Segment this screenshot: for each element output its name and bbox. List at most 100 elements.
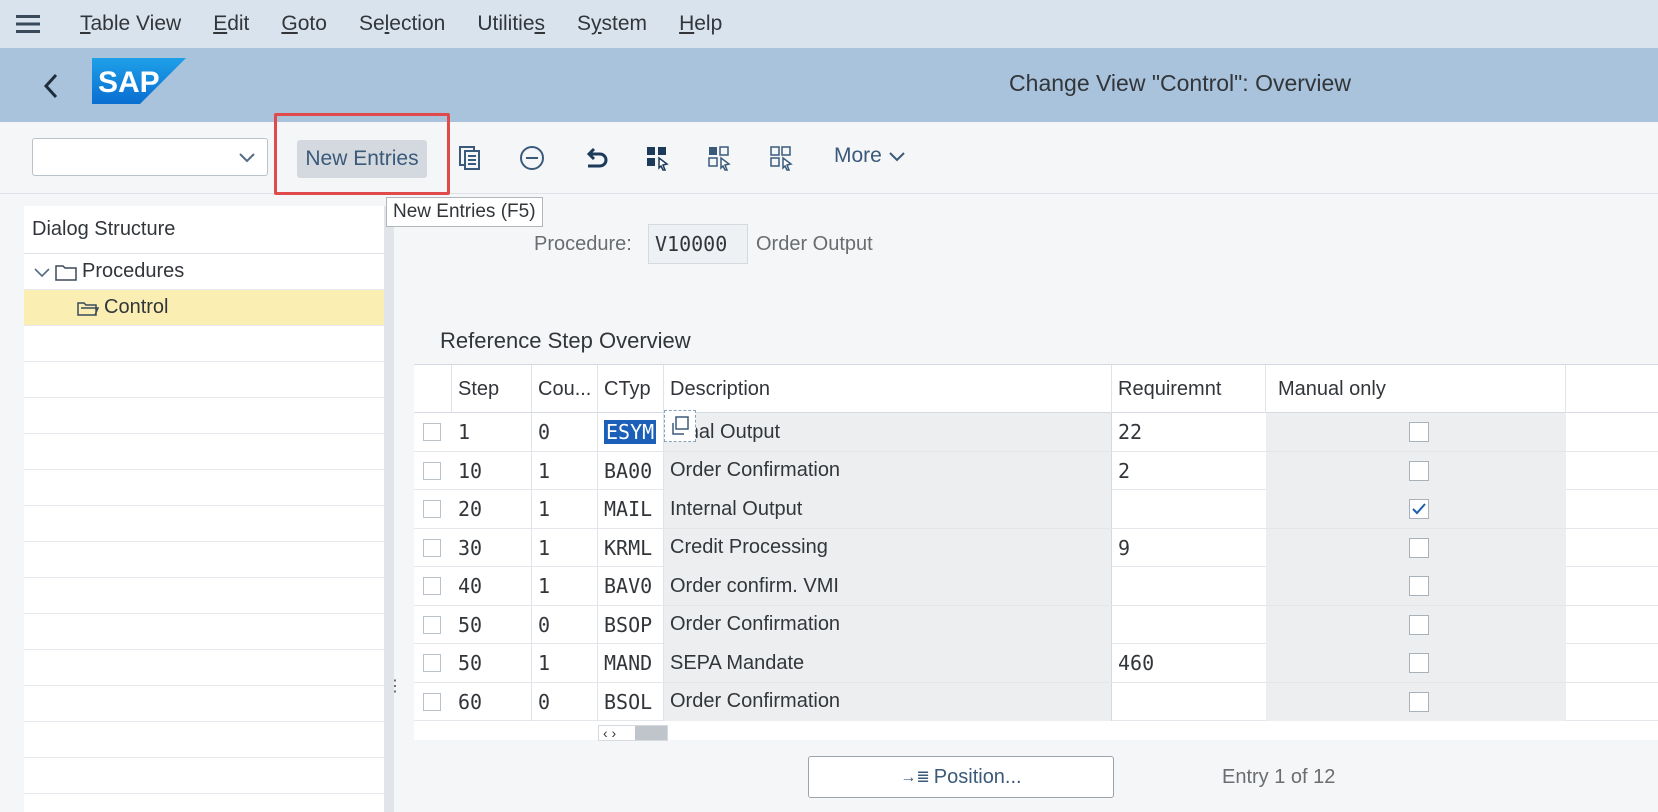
position-button[interactable]: →≣ Position... xyxy=(808,756,1114,798)
row-select-checkbox[interactable] xyxy=(423,500,441,518)
menu-item-edit[interactable]: Edit xyxy=(213,12,249,36)
cell-ctyp[interactable]: BSOL xyxy=(598,682,664,721)
cell-counter[interactable]: 0 xyxy=(532,413,598,451)
row-select-checkbox[interactable] xyxy=(423,461,441,480)
cell-counter[interactable]: 1 xyxy=(532,567,598,605)
cell-requirement[interactable]: 460 xyxy=(1112,644,1266,682)
table-row[interactable]: 60 0 BSOL Order Confirmation xyxy=(414,682,1658,721)
cell-step[interactable]: 50 xyxy=(452,644,532,682)
menu-item-selection[interactable]: Selection xyxy=(359,12,445,36)
cell-requirement[interactable] xyxy=(1112,567,1266,605)
cell-counter[interactable]: 0 xyxy=(532,682,598,721)
cell-requirement[interactable] xyxy=(1112,490,1266,528)
row-select-checkbox[interactable] xyxy=(423,538,441,557)
cell-step[interactable]: 50 xyxy=(452,605,532,644)
tree-item-procedures[interactable]: Procedures xyxy=(24,254,384,290)
cell-ctyp[interactable]: MAIL xyxy=(598,490,664,528)
manual-only-checkbox[interactable] xyxy=(1409,537,1429,558)
cell-step[interactable]: 10 xyxy=(452,451,532,490)
menu-item-help[interactable]: Help xyxy=(679,12,722,36)
select-all-column-header[interactable] xyxy=(414,365,452,413)
table-row[interactable]: 40 1 BAV0 Order confirm. VMI xyxy=(414,567,1658,606)
menu-item-table-view[interactable]: Table View xyxy=(80,12,181,36)
column-header-counter[interactable]: Cou... xyxy=(532,365,598,413)
select-block-icon[interactable] xyxy=(704,142,736,174)
tree-item-control[interactable]: Control xyxy=(24,290,384,326)
cell-step[interactable]: 20 xyxy=(452,490,532,528)
folder-icon xyxy=(55,264,77,281)
cell-counter[interactable]: 1 xyxy=(532,451,598,490)
manual-only-checkbox[interactable] xyxy=(1409,691,1429,712)
cell-ctyp[interactable]: ESYM xyxy=(598,413,664,451)
manual-only-checkbox[interactable] xyxy=(1409,460,1429,481)
row-select-checkbox[interactable] xyxy=(423,654,441,672)
table-row[interactable]: 30 1 KRML Credit Processing 9 xyxy=(414,528,1658,567)
cell-description[interactable]: Internal Output xyxy=(664,490,1112,528)
column-header-ctyp[interactable]: CTyp xyxy=(598,365,664,413)
cell-ctyp[interactable]: KRML xyxy=(598,528,664,567)
undo-icon[interactable] xyxy=(580,142,612,174)
row-select-checkbox[interactable] xyxy=(423,692,441,711)
cell-ctyp[interactable]: BSOP xyxy=(598,605,664,644)
copy-as-icon[interactable] xyxy=(454,142,486,174)
cell-description[interactable]: Order confirm. VMI xyxy=(664,567,1112,605)
column-header-description[interactable]: Description xyxy=(664,365,1112,413)
cell-description[interactable]: Credit Processing xyxy=(664,528,1112,567)
column-header-step[interactable]: Step xyxy=(452,365,532,413)
cell-ctyp[interactable]: BAV0 xyxy=(598,567,664,605)
cell-description[interactable]: SEPA Mandate xyxy=(664,644,1112,682)
manual-only-checkbox[interactable] xyxy=(1409,614,1429,635)
cell-requirement[interactable]: 22 xyxy=(1112,413,1266,451)
cell-ctyp[interactable]: MAND xyxy=(598,644,664,682)
cell-ctyp[interactable]: BA00 xyxy=(598,451,664,490)
more-menu-button[interactable]: More xyxy=(834,144,906,168)
table-row[interactable]: 50 1 MAND SEPA Mandate 460 xyxy=(414,644,1658,683)
table-row[interactable]: 20 1 MAIL Internal Output xyxy=(414,490,1658,529)
copy-value-icon[interactable] xyxy=(664,410,696,442)
delete-icon[interactable] xyxy=(516,142,548,174)
cell-counter[interactable]: 1 xyxy=(532,528,598,567)
chevron-down-icon[interactable] xyxy=(237,147,257,172)
table-row[interactable]: 50 0 BSOP Order Confirmation xyxy=(414,605,1658,644)
cell-counter[interactable]: 1 xyxy=(532,490,598,528)
row-select-checkbox[interactable] xyxy=(423,423,441,441)
row-select-checkbox[interactable] xyxy=(423,577,441,595)
cell-description[interactable]: ernal Output xyxy=(664,413,1112,451)
column-header-requirement[interactable]: Requiremnt xyxy=(1112,365,1266,413)
deselect-all-icon[interactable] xyxy=(766,142,798,174)
menu-item-goto[interactable]: Goto xyxy=(281,12,327,36)
menu-item-utilities[interactable]: Utilities xyxy=(477,12,545,36)
scroll-thumb[interactable] xyxy=(635,726,667,740)
scroll-arrows-icon[interactable]: ‹ › xyxy=(603,725,616,741)
cell-requirement[interactable] xyxy=(1112,683,1266,721)
cell-requirement[interactable] xyxy=(1112,606,1266,644)
table-row[interactable]: 1 0 ESYM ernal Output 22 xyxy=(414,413,1658,452)
command-combobox[interactable] xyxy=(32,138,268,176)
manual-only-checkbox[interactable] xyxy=(1409,576,1429,596)
cell-step[interactable]: 40 xyxy=(452,567,532,605)
manual-only-checkbox[interactable] xyxy=(1409,499,1429,519)
cell-step[interactable]: 30 xyxy=(452,528,532,567)
cell-description[interactable]: Order Confirmation xyxy=(664,605,1112,644)
cell-requirement[interactable]: 9 xyxy=(1112,529,1266,567)
cell-description[interactable]: Order Confirmation xyxy=(664,682,1112,721)
cell-counter[interactable]: 0 xyxy=(532,605,598,644)
cell-step[interactable]: 60 xyxy=(452,682,532,721)
horizontal-scrollbar[interactable]: ‹ › xyxy=(598,725,668,741)
manual-only-checkbox[interactable] xyxy=(1409,422,1429,442)
select-all-icon[interactable] xyxy=(642,142,674,174)
cell-step[interactable]: 1 xyxy=(452,413,532,451)
chevron-down-icon[interactable] xyxy=(32,262,52,282)
row-select-checkbox[interactable] xyxy=(423,615,441,634)
cell-description[interactable]: Order Confirmation xyxy=(664,451,1112,490)
back-icon[interactable] xyxy=(36,66,66,106)
table-row[interactable]: 10 1 BA00 Order Confirmation 2 xyxy=(414,451,1658,490)
manual-only-checkbox[interactable] xyxy=(1409,653,1429,673)
splitter-handle-icon[interactable]: ⋮ xyxy=(387,676,403,696)
pane-splitter[interactable] xyxy=(384,206,394,812)
cell-counter[interactable]: 1 xyxy=(532,644,598,682)
column-header-manual-only[interactable]: Manual only xyxy=(1266,365,1566,413)
hamburger-menu-icon[interactable] xyxy=(0,0,56,48)
menu-item-system[interactable]: System xyxy=(577,12,647,36)
cell-requirement[interactable]: 2 xyxy=(1112,452,1266,490)
